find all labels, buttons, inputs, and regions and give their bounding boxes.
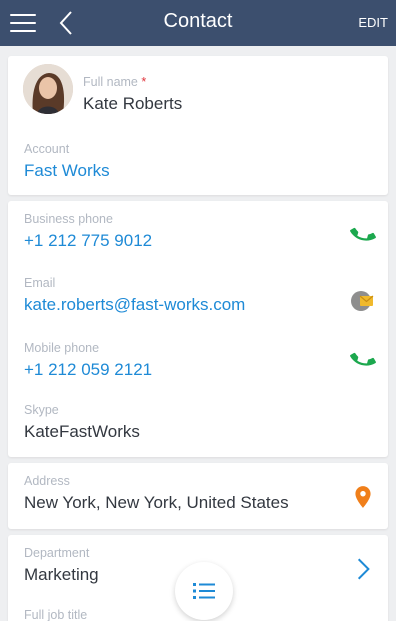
address-card: Address New York, New York, United State… [8,463,388,529]
edit-button[interactable]: EDIT [358,15,388,30]
avatar [23,64,73,114]
mobile-phone-label: Mobile phone [24,341,100,355]
mobile-phone-value[interactable]: +1 212 059 2121 [24,359,372,381]
full-name-field[interactable]: Full name * Kate Roberts [83,75,372,115]
department-label: Department [24,546,90,560]
skype-label: Skype [24,403,59,417]
envelope-icon[interactable] [350,288,376,314]
address-label: Address [24,474,70,488]
account-link[interactable]: Fast Works [24,160,372,182]
business-phone-label: Business phone [24,212,113,226]
skype-value: KateFastWorks [24,422,140,441]
back-chevron-icon[interactable] [54,8,78,38]
mobile-phone-field[interactable]: Mobile phone +1 212 059 2121 [24,341,372,381]
address-field[interactable]: Address New York, New York, United State… [24,474,372,514]
top-bar: Contact EDIT [0,0,396,46]
map-pin-icon[interactable] [350,484,376,510]
email-field[interactable]: Email kate.roberts@fast-works.com [24,276,372,316]
account-field[interactable]: Account Fast Works [24,142,372,182]
skype-field[interactable]: Skype KateFastWorks [24,403,372,443]
email-label: Email [24,276,56,290]
required-mark: * [141,75,147,89]
business-phone-value[interactable]: +1 212 775 9012 [24,230,372,252]
phone-icon[interactable] [350,346,376,372]
profile-card: Full name * Kate Roberts Account Fast Wo… [8,56,388,195]
full-name-label: Full name [83,75,138,89]
list-icon [193,583,215,599]
chevron-right-icon[interactable] [350,556,376,582]
hamburger-menu-icon[interactable] [8,11,38,35]
full-name-value: Kate Roberts [83,94,183,113]
account-label: Account [24,142,70,156]
business-phone-field[interactable]: Business phone +1 212 775 9012 [24,212,372,252]
address-value: New York, New York, United States [24,493,289,512]
list-menu-button[interactable] [175,562,233,620]
communication-card: Business phone +1 212 775 9012 Email kat… [8,201,388,457]
phone-icon[interactable] [350,221,376,247]
email-value[interactable]: kate.roberts@fast-works.com [24,294,372,316]
